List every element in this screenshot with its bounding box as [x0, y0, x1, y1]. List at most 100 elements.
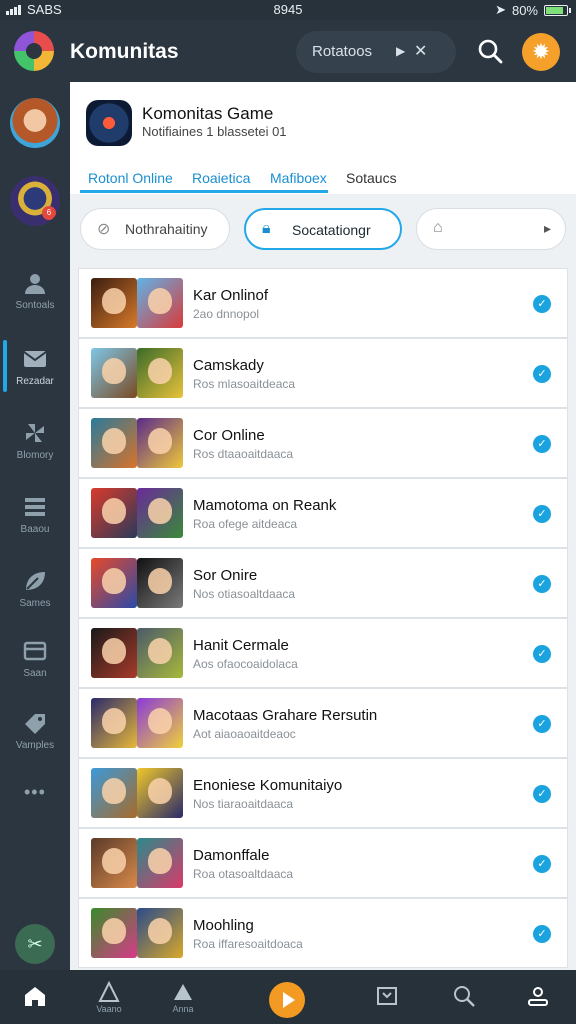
thumbnail: [91, 768, 137, 818]
thumbnail: [137, 698, 183, 748]
check-icon[interactable]: ✓: [533, 365, 551, 383]
thumbnail: [91, 908, 137, 958]
thumbnail: [91, 838, 137, 888]
list-item[interactable]: Kar Onlinof 2ao dnnopol ✓: [78, 268, 568, 338]
check-icon[interactable]: ✓: [533, 855, 551, 873]
pinwheel-icon: [26, 424, 44, 442]
list-item[interactable]: Hanit Cermale Aos ofaocoaidolaca ✓: [78, 618, 568, 688]
sidebar-item-label: Sames: [19, 598, 51, 609]
more-icon[interactable]: •••: [24, 782, 46, 803]
check-icon[interactable]: ✓: [533, 785, 551, 803]
triangle-icon: [98, 980, 120, 1002]
check-icon[interactable]: ✓: [533, 575, 551, 593]
search-icon[interactable]: [476, 37, 504, 65]
list-icon: [25, 498, 45, 516]
game-header: Komonitas Game Notifiaines 1 blassetei 0…: [70, 82, 576, 194]
inbox-icon: [377, 987, 397, 1005]
thumbnail: [91, 418, 137, 468]
battery-percent: 80%: [511, 2, 538, 18]
tab-roaietica[interactable]: Roaietica: [192, 170, 250, 186]
nav-search[interactable]: [434, 970, 494, 1024]
stack-icon: [174, 984, 192, 1000]
clock: 8945: [273, 2, 303, 17]
filter-chip-nothrahaitiny[interactable]: ⊘ Nothrahaitiny: [80, 208, 230, 250]
play-icon[interactable]: ▶: [396, 44, 405, 58]
sidebar-item-sames[interactable]: Sames: [0, 560, 70, 624]
row-subtitle: 2ao dnnopol: [193, 307, 260, 321]
avatar[interactable]: 6: [10, 176, 60, 226]
profile-icon: [528, 987, 548, 1006]
nav-vaano[interactable]: Vaano: [79, 970, 139, 1024]
tools-icon: ✂: [27, 934, 43, 954]
thumbnail: [91, 628, 137, 678]
tab-mafiboex[interactable]: Mafiboex: [270, 170, 327, 186]
row-subtitle: Aot aiaoaoaitdeaoc: [193, 727, 296, 741]
thumbnail: [91, 488, 137, 538]
list-item[interactable]: Sor Onire Nos otiasoaltdaaca ✓: [78, 548, 568, 618]
row-title: Sor Onire: [193, 567, 258, 584]
check-icon[interactable]: ✓: [533, 925, 551, 943]
nav-anna[interactable]: Anna: [153, 970, 213, 1024]
thumbnail: [91, 278, 137, 328]
row-title: Moohling: [193, 917, 254, 934]
list-item[interactable]: Enoniese Komunitaiyo Nos tiaraoaitdaaca …: [78, 758, 568, 828]
app-title: Komunitas: [70, 40, 179, 63]
row-title: Enoniese Komunitaiyo: [193, 777, 343, 794]
sidebar-item-vamples[interactable]: Vamples: [0, 702, 70, 766]
sidebar: 6 Sontoals Rezadar Blomory Baaou Sames S…: [0, 82, 70, 970]
play-button[interactable]: [269, 982, 305, 1018]
list-item[interactable]: Moohling Roa iffaresoaitdoaca ✓: [78, 898, 568, 968]
tag-icon: ⌂: [433, 219, 443, 236]
status-bar: SABS 8945 ➤ 80%: [0, 0, 576, 20]
check-icon[interactable]: ✓: [533, 645, 551, 663]
box-icon: [23, 641, 47, 661]
check-icon[interactable]: ✓: [533, 435, 551, 453]
sidebar-item-baaou[interactable]: Baaou: [0, 486, 70, 550]
sidebar-item-label: Baaou: [20, 524, 50, 535]
sidebar-item-sontoals[interactable]: Sontoals: [0, 262, 70, 326]
nav-profile[interactable]: [508, 970, 568, 1024]
filter-chip-socatationgr[interactable]: 🔒︎ Socatationgr: [244, 208, 402, 250]
thumbnail: [137, 768, 183, 818]
gear-icon: ✹: [531, 39, 551, 64]
settings-button[interactable]: ✹: [522, 33, 560, 71]
close-icon[interactable]: ✕: [414, 41, 427, 61]
sidebar-item-blomory[interactable]: Blomory: [0, 412, 70, 476]
row-subtitle: Ros dtaaoaitdaaca: [193, 447, 294, 461]
row-subtitle: Ros mlasoaitdeaca: [193, 377, 296, 391]
app-logo: [14, 31, 54, 71]
app-header: Komunitas Rotatoos ▶ ✕ ✹: [0, 20, 576, 82]
row-subtitle: Nos otiasoaltdaaca: [193, 587, 296, 601]
row-subtitle: Nos tiaraoaitdaaca: [193, 797, 294, 811]
filter-row: ⊘ Nothrahaitiny 🔒︎ Socatationgr ⌂ ▸: [70, 194, 576, 264]
list-item[interactable]: Camskady Ros mlasoaitdeaca ✓: [78, 338, 568, 408]
row-title: Cor Online: [193, 427, 265, 444]
row-title: Mamotoma on Reank: [193, 497, 337, 514]
game-title: Komonitas Game: [142, 104, 274, 123]
thumbnail: [91, 348, 137, 398]
check-icon[interactable]: ✓: [533, 715, 551, 733]
list-item[interactable]: Cor Online Ros dtaaoaitdaaca ✓: [78, 408, 568, 478]
filter-chip-label: Socatationgr: [292, 222, 371, 238]
nav-inbox[interactable]: [357, 970, 417, 1024]
row-title: Kar Onlinof: [193, 287, 269, 304]
avatar[interactable]: [10, 98, 60, 148]
list-item[interactable]: Mamotoma on Reank Roa ofege aitdeaca ✓: [78, 478, 568, 548]
sidebar-item-rezadar[interactable]: Rezadar: [0, 338, 70, 402]
list-item[interactable]: Damonffale Roa otasoaltdaaca ✓: [78, 828, 568, 898]
leaf-icon: [26, 572, 45, 590]
tab-online[interactable]: Rotonl Online: [88, 170, 173, 186]
thumbnail: [137, 488, 183, 538]
check-icon[interactable]: ✓: [533, 295, 551, 313]
thumbnail: [91, 698, 137, 748]
search-chip[interactable]: Rotatoos ▶ ✕: [296, 31, 456, 73]
check-icon[interactable]: ✓: [533, 505, 551, 523]
nav-home[interactable]: [5, 970, 65, 1024]
sidebar-item-saan[interactable]: Saan: [0, 630, 70, 694]
row-subtitle: Roa iffaresoaitdoaca: [193, 937, 303, 951]
list-item[interactable]: Macotaas Grahare Rersutin Aot aiaoaoaitd…: [78, 688, 568, 758]
thumbnail: [91, 558, 137, 608]
tab-sotaucs[interactable]: Sotaucs: [346, 170, 397, 186]
tools-button[interactable]: ✂: [15, 924, 55, 964]
filter-chip-more[interactable]: ⌂ ▸: [416, 208, 566, 250]
